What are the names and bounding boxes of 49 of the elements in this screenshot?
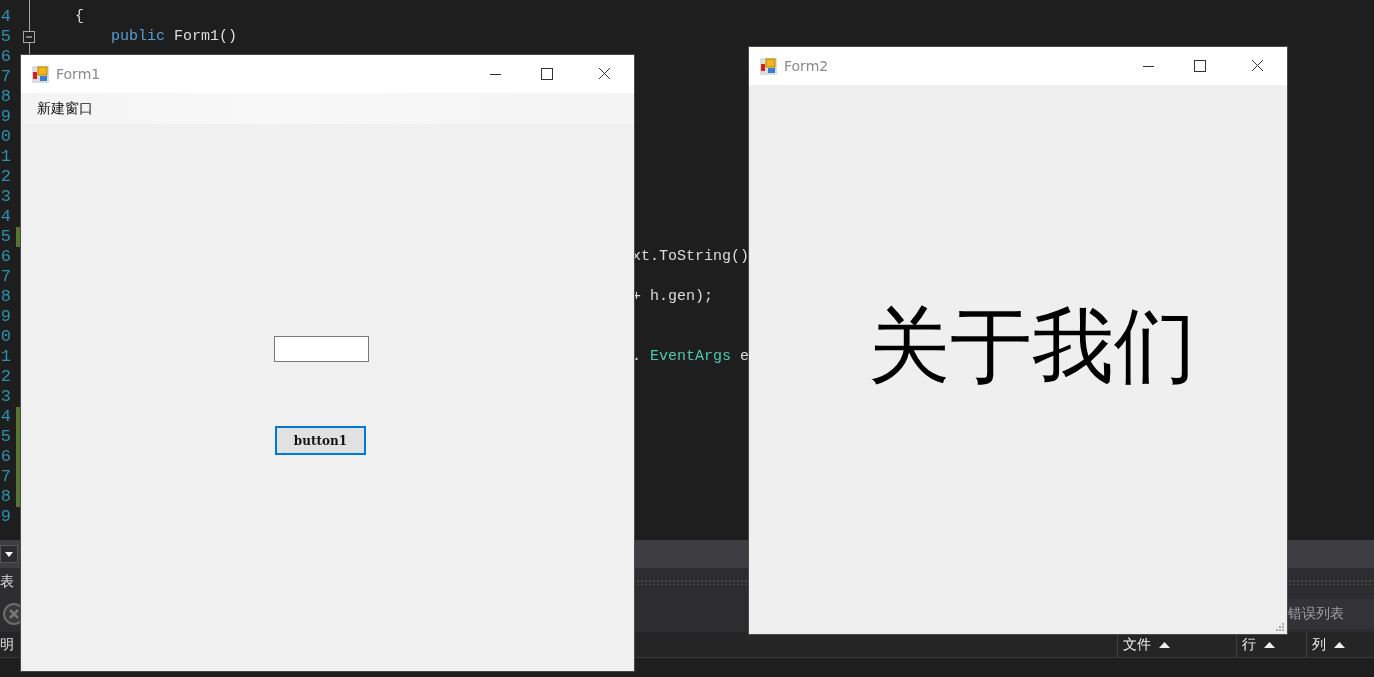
line-number: 8 <box>0 87 11 107</box>
line-number: 4 <box>0 407 11 427</box>
app-icon <box>32 65 49 83</box>
panel-title[interactable]: 错误列表 <box>1288 598 1374 629</box>
menu-item[interactable]: 新建窗口 <box>37 97 93 120</box>
line-number: 9 <box>0 307 11 327</box>
dropdown-button[interactable] <box>0 545 18 563</box>
panel-tab[interactable]: 表 <box>0 572 14 591</box>
line-number: 0 <box>0 127 11 147</box>
line-number: 0 <box>0 327 11 347</box>
code-line: . EventArgs e <box>632 347 750 367</box>
line-number: 8 <box>0 487 11 507</box>
app-icon <box>760 57 777 75</box>
line-number: 6 <box>0 47 11 67</box>
sort-up-icon <box>1334 641 1345 648</box>
heading: 关于我们 <box>868 297 1196 395</box>
line-number: 7 <box>0 467 11 487</box>
line-number: 1 <box>0 147 11 167</box>
sort-up-icon <box>1159 641 1170 648</box>
window-title: Form1 <box>56 66 101 82</box>
column-header: 明 <box>0 635 14 654</box>
collapse-icon[interactable] <box>23 31 35 43</box>
line-number: 4 <box>0 7 11 27</box>
line-number: 4 <box>0 207 11 227</box>
line-number: 6 <box>0 447 11 467</box>
caret-icon <box>5 551 13 557</box>
code-line: public Form1() <box>110 27 238 47</box>
code-line: xt.ToString() <box>632 247 750 267</box>
line-number: 5 <box>0 427 11 447</box>
form-button[interactable]: button1 <box>275 426 366 455</box>
line-number: 3 <box>0 387 11 407</box>
line-number: 5 <box>0 27 11 47</box>
line-number: 2 <box>0 367 11 387</box>
sort-up-icon <box>1264 641 1275 648</box>
column-header[interactable]: 列 <box>1306 632 1374 657</box>
line-number: 9 <box>0 107 11 127</box>
line-number: 9 <box>0 507 11 527</box>
line-number: 8 <box>0 287 11 307</box>
resize-grip-icon[interactable] <box>1275 622 1285 632</box>
text-field[interactable] <box>274 336 369 362</box>
line-number: 7 <box>0 267 11 287</box>
line-number: 3 <box>0 187 11 207</box>
line-number: 2 <box>0 167 11 187</box>
window-title: Form2 <box>784 58 829 74</box>
line-number: 5 <box>0 227 11 247</box>
line-number: 7 <box>0 67 11 87</box>
code-line: { <box>74 7 84 27</box>
line-number: 1 <box>0 347 11 367</box>
line-number: 6 <box>0 247 11 267</box>
